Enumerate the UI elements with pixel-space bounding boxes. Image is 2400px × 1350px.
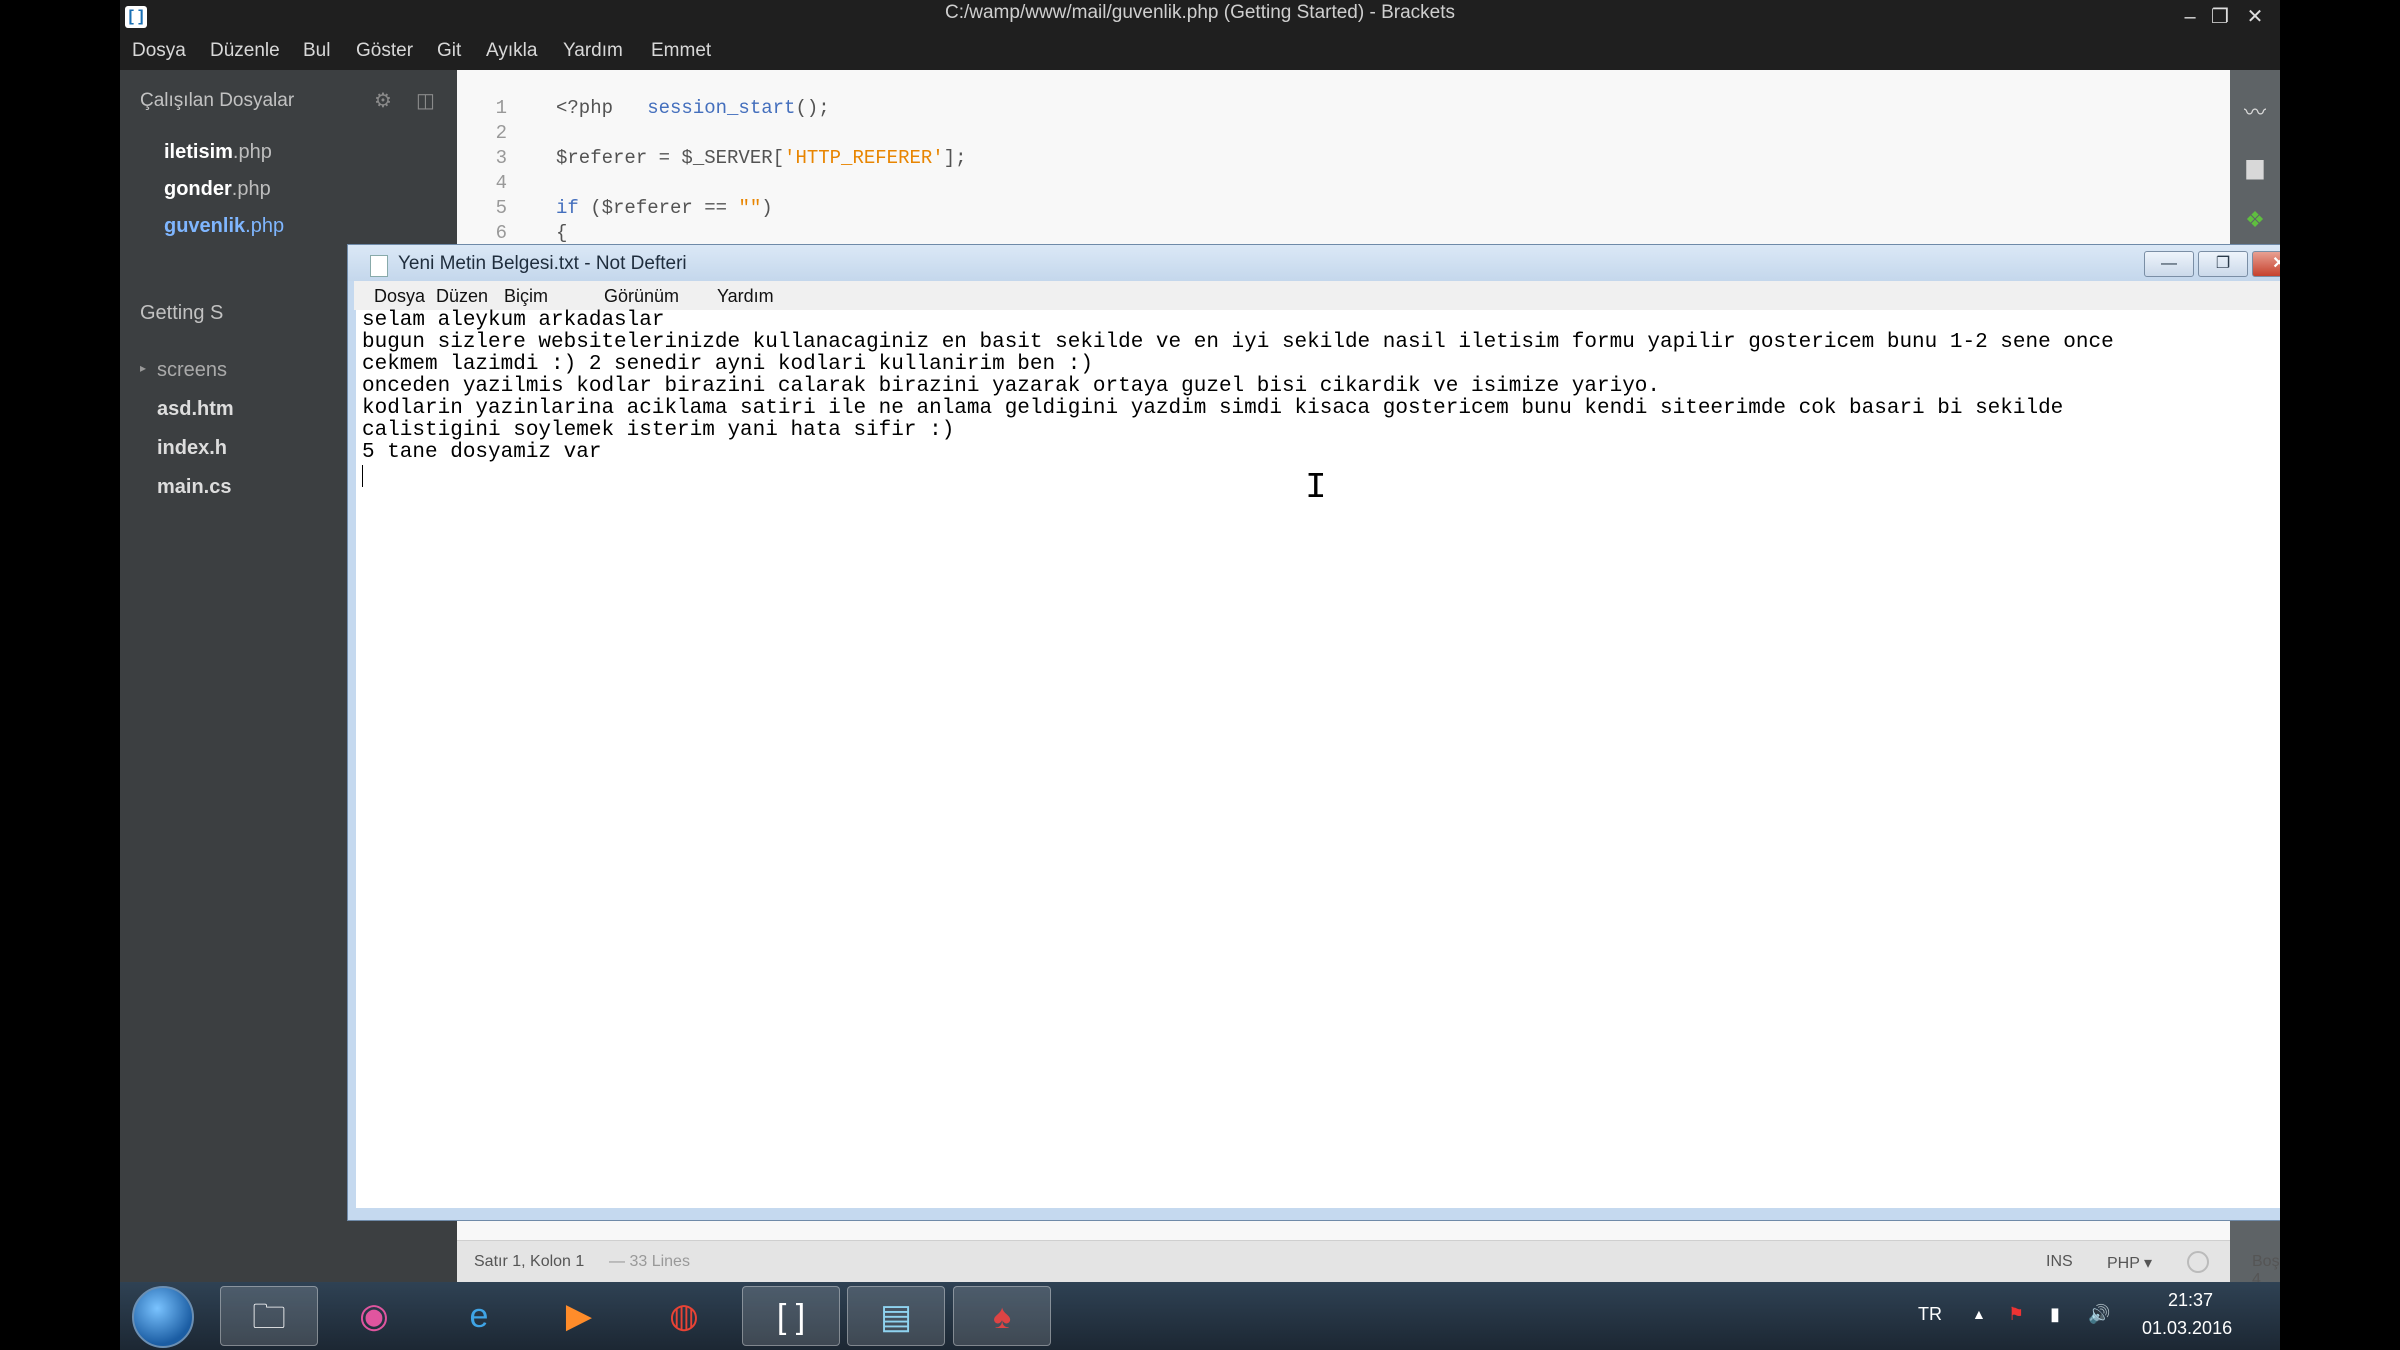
menu-ayikla[interactable]: Ayıkla	[486, 40, 537, 62]
folder-arrow-icon[interactable]: ▸	[140, 361, 146, 375]
line-count: — 33 Lines	[609, 1253, 690, 1270]
np-menu-gorunum[interactable]: Görünüm	[604, 286, 679, 307]
menu-git[interactable]: Git	[437, 40, 461, 62]
file-name: gonder	[164, 178, 232, 200]
media-player-icon[interactable]: ▶	[530, 1286, 628, 1346]
menu-dosya[interactable]: Dosya	[132, 40, 186, 62]
notepad-minimize-button[interactable]: —	[2144, 251, 2194, 277]
internet-explorer-icon[interactable]: e	[430, 1286, 528, 1346]
notepad-menubar: Dosya Düzen Biçim Görünüm Yardım	[354, 281, 2280, 310]
window-title: C:/wamp/www/mail/guvenlik.php (Getting S…	[944, 2, 1455, 23]
taskbar: 🗀 ◉ e ▶ ◍ [ ] ▤ ♠ TR ▲ ⚑ ▮ 🔊 21:37 01.03…	[120, 1282, 2280, 1350]
notepad-close-button[interactable]: ✕	[2252, 251, 2280, 277]
close-button[interactable]: ✕	[2235, 2, 2275, 32]
text-line: selam aleykum arkadaslar	[362, 309, 665, 332]
working-file-iletisim[interactable]: iletisim.php	[164, 141, 272, 164]
media-app-icon[interactable]: ◉	[325, 1286, 423, 1346]
text-line: 5 tane dosyamiz var	[362, 441, 602, 464]
game-app-icon[interactable]: ♠	[953, 1286, 1051, 1346]
text-line: cekmem lazimdi :) 2 senedir ayni kodlari…	[362, 353, 1093, 376]
notepad-titlebar: Yeni Metin Belgesi.txt - Not Defteri — ❐…	[348, 245, 2280, 281]
project-title[interactable]: Getting S	[140, 302, 223, 325]
project-file-main[interactable]: main.cs	[157, 476, 231, 499]
code-text: {	[556, 222, 568, 244]
menu-bar: Dosya Düzenle Bul Göster Git Ayıkla Yard…	[120, 36, 2280, 70]
project-file-index[interactable]: index.h	[157, 437, 227, 460]
menu-duzenle[interactable]: Düzenle	[210, 40, 280, 62]
working-file-guvenlik[interactable]: guvenlik.php	[164, 215, 284, 238]
tray-expand-icon[interactable]: ▲	[1972, 1306, 1986, 1322]
file-ext: .php	[231, 178, 271, 200]
flag-icon[interactable]: ⚑	[2008, 1304, 2024, 1325]
split-view-icon[interactable]: ◫	[416, 88, 435, 113]
np-menu-bicim[interactable]: Biçim	[504, 286, 548, 307]
gear-icon[interactable]: ⚙	[374, 88, 392, 113]
volume-icon[interactable]: 🔊	[2088, 1304, 2110, 1325]
line-number: 4	[495, 172, 507, 194]
text-line: kodlarin yazinlarina aciklama satiri ile…	[362, 397, 2064, 420]
np-menu-yardim[interactable]: Yardım	[717, 286, 774, 307]
code-text: <?php session_start();	[556, 97, 830, 119]
menu-bul[interactable]: Bul	[303, 40, 330, 62]
project-folder-screens[interactable]: screens	[157, 359, 227, 382]
insert-mode[interactable]: INS	[2046, 1253, 2073, 1271]
np-menu-duzen[interactable]: Düzen	[436, 286, 488, 307]
working-files-header: Çalışılan Dosyalar	[140, 90, 295, 111]
project-file-asd[interactable]: asd.htm	[157, 398, 234, 421]
gift-icon[interactable]: ❖	[2240, 205, 2270, 235]
line-number: 3	[495, 147, 507, 169]
brackets-titlebar: [ ] C:/wamp/www/mail/guvenlik.php (Getti…	[120, 0, 2280, 36]
linter-status-icon[interactable]	[2187, 1251, 2209, 1273]
np-menu-dosya[interactable]: Dosya	[374, 286, 425, 307]
code-text: if ($referer == "")	[556, 197, 773, 219]
windows-start-icon[interactable]	[132, 1286, 194, 1348]
file-explorer-icon[interactable]: 🗀	[220, 1286, 318, 1346]
file-ext: .php	[232, 141, 272, 163]
working-file-gonder[interactable]: gonder.php	[164, 178, 271, 201]
network-icon[interactable]: ▮	[2050, 1304, 2060, 1325]
status-bar: Satır 1, Kolon 1 — 33 Lines INS PHP ▾ Bo…	[457, 1240, 2280, 1288]
clock-time[interactable]: 21:37	[2168, 1290, 2213, 1311]
text-line: onceden yazilmis kodlar birazini calarak…	[362, 375, 1661, 398]
cursor-position: Satır 1, Kolon 1	[474, 1253, 585, 1270]
line-number: 2	[495, 122, 507, 144]
code-text: $referer = $_SERVER['HTTP_REFERER'];	[556, 147, 967, 169]
brackets-taskbar-icon[interactable]: [ ]	[742, 1286, 840, 1346]
menu-yardim[interactable]: Yardım	[563, 40, 623, 62]
text-caret	[362, 465, 363, 487]
restore-button[interactable]: ❐	[2200, 2, 2240, 32]
text-line: bugun sizlere websitelerinizde kullanaca…	[362, 331, 2114, 354]
live-preview-icon[interactable]: 〰	[2240, 98, 2270, 128]
menu-emmet[interactable]: Emmet	[651, 40, 711, 62]
notepad-title: Yeni Metin Belgesi.txt - Not Defteri	[398, 253, 687, 274]
notepad-taskbar-icon[interactable]: ▤	[847, 1286, 945, 1346]
extension-manager-icon[interactable]: ▆	[2240, 152, 2270, 182]
line-number: 6	[495, 222, 507, 244]
notepad-window: Yeni Metin Belgesi.txt - Not Defteri — ❐…	[347, 244, 2280, 1221]
desktop-screen: [ ] C:/wamp/www/mail/guvenlik.php (Getti…	[120, 0, 2280, 1350]
file-name: iletisim	[164, 141, 233, 163]
language-select[interactable]: PHP ▾	[2107, 1253, 2152, 1273]
notepad-text-area[interactable]: selam aleykum arkadaslar bugun sizlere w…	[356, 310, 2280, 1208]
chrome-icon[interactable]: ◍	[635, 1286, 733, 1346]
notepad-maximize-button[interactable]: ❐	[2198, 251, 2248, 277]
file-ext: .php	[245, 215, 285, 237]
language-indicator[interactable]: TR	[1918, 1304, 1942, 1325]
ibeam-cursor-icon: I	[1305, 467, 1327, 508]
notepad-icon	[370, 255, 388, 277]
file-name: guvenlik	[164, 215, 246, 237]
clock-date[interactable]: 01.03.2016	[2142, 1318, 2232, 1339]
menu-goster[interactable]: Göster	[356, 40, 413, 62]
line-number: 1	[495, 97, 507, 119]
line-number: 5	[495, 197, 507, 219]
text-line: calistigini soylemek isterim yani hata s…	[362, 419, 955, 442]
